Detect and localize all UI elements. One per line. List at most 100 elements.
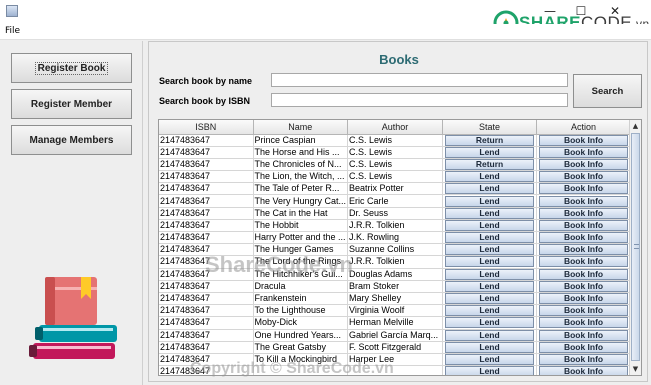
table-row[interactable]: 2147483647 The Great Gatsby F. Scott Fitzg…	[159, 341, 632, 354]
state-button[interactable]: Lend	[445, 219, 535, 231]
column-header-state[interactable]: State	[442, 120, 538, 135]
table-row[interactable]: 2147483647 The Cat in the Hat Dr. Seuss Len…	[159, 207, 632, 220]
isbn-cell[interactable]: 2147483647	[159, 341, 254, 354]
isbn-cell[interactable]: 2147483647	[159, 365, 254, 375]
state-button[interactable]: Lend	[445, 268, 535, 280]
table-row[interactable]: 2147483647 Harry Potter and the ... J.K. R…	[159, 231, 632, 245]
table-row[interactable]: 2147483647 Moby-Dick Herman Melville Lend Bo…	[159, 316, 632, 330]
book-info-button[interactable]: Book Info	[539, 219, 629, 231]
name-cell[interactable]	[253, 365, 349, 375]
table-row[interactable]: 2147483647 The Horse and His ... C.S. Lewi…	[159, 146, 632, 159]
table-row[interactable]: 2147483647 The Lord of the Rings J.R.R. To…	[159, 255, 632, 269]
table-row[interactable]: 2147483647 One Hundred Years... Gabriel Ga…	[159, 329, 632, 342]
state-button[interactable]: Lend	[445, 329, 535, 341]
author-cell[interactable]: Eric Carle	[347, 194, 444, 208]
book-info-button[interactable]: Book Info	[539, 232, 629, 243]
name-cell[interactable]: The Hobbit	[253, 219, 349, 233]
isbn-cell[interactable]: 2147483647	[159, 292, 254, 306]
isbn-cell[interactable]: 2147483647	[159, 194, 254, 208]
book-info-button[interactable]: Book Info	[539, 366, 629, 375]
author-cell[interactable]: Harper Lee	[347, 353, 444, 367]
state-button[interactable]: Lend	[445, 256, 535, 268]
book-info-button[interactable]: Book Info	[539, 341, 629, 353]
manage-members-button[interactable]: Manage Members	[11, 125, 132, 155]
table-row[interactable]: 2147483647 The Hobbit J.R.R. Tolkien Lend Bo…	[159, 219, 632, 233]
name-cell[interactable]: The Cat in the Hat	[253, 207, 349, 220]
state-button[interactable]: Lend	[445, 146, 535, 158]
state-button[interactable]: Lend	[445, 366, 535, 375]
search-isbn-input[interactable]	[271, 93, 568, 107]
search-name-input[interactable]	[271, 73, 568, 87]
author-cell[interactable]: Douglas Adams	[347, 268, 444, 281]
isbn-cell[interactable]: 2147483647	[159, 316, 254, 330]
state-button[interactable]: Lend	[445, 244, 535, 255]
book-info-button[interactable]: Book Info	[539, 244, 629, 255]
state-button[interactable]: Return	[445, 134, 535, 146]
table-scrollbar[interactable]: ▲ ▼	[629, 120, 641, 375]
name-cell[interactable]: The Lion, the Witch, ...	[253, 170, 349, 184]
name-cell[interactable]: The Horse and His ...	[253, 146, 349, 159]
author-cell[interactable]: F. Scott Fitzgerald	[347, 341, 444, 354]
book-info-button[interactable]: Book Info	[539, 280, 629, 292]
author-cell[interactable]: C.S. Lewis	[347, 134, 444, 147]
state-button[interactable]: Lend	[445, 317, 535, 328]
name-cell[interactable]: The Tale of Peter R...	[253, 182, 349, 196]
column-header-action[interactable]: Action	[536, 120, 632, 135]
state-button[interactable]: Lend	[445, 171, 535, 182]
menu-file[interactable]: File	[5, 26, 20, 36]
isbn-cell[interactable]: 2147483647	[159, 304, 254, 318]
book-info-button[interactable]: Book Info	[539, 329, 629, 341]
table-row[interactable]: 2147483647 Dracula Bram Stoker Lend Book Inf…	[159, 280, 632, 293]
table-row[interactable]: 2147483647 The Lion, the Witch, ... C.S. L…	[159, 170, 632, 184]
table-row[interactable]: 2147483647 Lend Book Info	[159, 365, 632, 375]
author-cell[interactable]: Mary Shelley	[347, 292, 444, 306]
register-book-button[interactable]: Register Book	[11, 53, 132, 83]
author-cell[interactable]: C.S. Lewis	[347, 146, 444, 159]
name-cell[interactable]: The Chronicles of N...	[253, 158, 349, 172]
register-member-button[interactable]: Register Member	[11, 89, 132, 119]
isbn-cell[interactable]: 2147483647	[159, 353, 254, 367]
name-cell[interactable]: The Lord of the Rings	[253, 255, 349, 269]
table-row[interactable]: 2147483647 The Chronicles of N... C.S. Lew…	[159, 158, 632, 172]
state-button[interactable]: Return	[445, 158, 535, 170]
author-cell[interactable]: Suzanne Collins	[347, 243, 444, 257]
author-cell[interactable]: Dr. Seuss	[347, 207, 444, 220]
name-cell[interactable]: The Hunger Games	[253, 243, 349, 257]
state-button[interactable]: Lend	[445, 195, 535, 207]
state-button[interactable]: Lend	[445, 305, 535, 316]
name-cell[interactable]: To Kill a Mockingbird	[253, 353, 349, 367]
book-info-button[interactable]: Book Info	[539, 171, 629, 182]
table-row[interactable]: 2147483647 To Kill a Mockingbird Harper Le…	[159, 353, 632, 367]
scroll-up-icon[interactable]: ▲	[630, 120, 641, 132]
name-cell[interactable]: The Very Hungry Cat...	[253, 194, 349, 208]
isbn-cell[interactable]: 2147483647	[159, 134, 254, 147]
table-row[interactable]: 2147483647 The Very Hungry Cat... Eric Car…	[159, 194, 632, 208]
book-info-button[interactable]: Book Info	[539, 183, 629, 194]
state-button[interactable]: Lend	[445, 280, 535, 292]
book-info-button[interactable]: Book Info	[539, 293, 629, 304]
table-row[interactable]: 2147483647 Prince Caspian C.S. Lewis Return…	[159, 134, 632, 147]
book-info-button[interactable]: Book Info	[539, 158, 629, 170]
author-cell[interactable]: Herman Melville	[347, 316, 444, 330]
isbn-cell[interactable]: 2147483647	[159, 329, 254, 342]
book-info-button[interactable]: Book Info	[539, 207, 629, 219]
author-cell[interactable]: Virginia Woolf	[347, 304, 444, 318]
book-info-button[interactable]: Book Info	[539, 305, 629, 316]
isbn-cell[interactable]: 2147483647	[159, 170, 254, 184]
isbn-cell[interactable]: 2147483647	[159, 280, 254, 293]
isbn-cell[interactable]: 2147483647	[159, 231, 254, 245]
table-row[interactable]: 2147483647 The Hitchhiker's Gui... Douglas…	[159, 268, 632, 281]
name-cell[interactable]: The Great Gatsby	[253, 341, 349, 354]
name-cell[interactable]: To the Lighthouse	[253, 304, 349, 318]
table-row[interactable]: 2147483647 The Hunger Games Suzanne Collin…	[159, 243, 632, 257]
isbn-cell[interactable]: 2147483647	[159, 182, 254, 196]
author-cell[interactable]: Beatrix Potter	[347, 182, 444, 196]
scroll-down-icon[interactable]: ▼	[630, 363, 641, 375]
name-cell[interactable]: Moby-Dick	[253, 316, 349, 330]
isbn-cell[interactable]: 2147483647	[159, 255, 254, 269]
state-button[interactable]: Lend	[445, 353, 535, 365]
state-button[interactable]: Lend	[445, 293, 535, 304]
state-button[interactable]: Lend	[445, 232, 535, 243]
name-cell[interactable]: Dracula	[253, 280, 349, 293]
author-cell[interactable]	[347, 365, 444, 375]
